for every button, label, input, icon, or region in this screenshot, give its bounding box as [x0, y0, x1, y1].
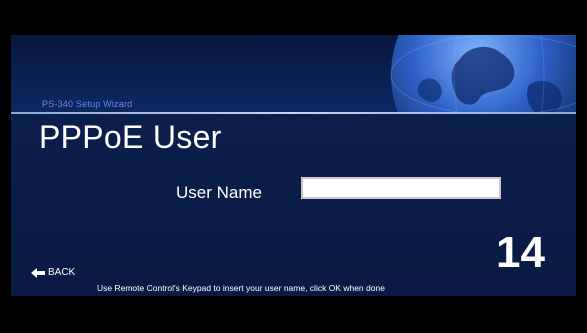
setup-wizard-screen: PS-340 Setup Wizard PPPoE User User Name…	[11, 35, 576, 296]
page-title: PPPoE User	[39, 119, 222, 155]
arrow-left-icon	[31, 267, 45, 278]
globe-icon	[390, 35, 576, 112]
instruction-hint: Use Remote Control's Keypad to insert yo…	[97, 283, 385, 293]
user-name-label: User Name	[176, 183, 262, 202]
step-number: 14	[496, 228, 545, 277]
wizard-label: PS-340 Setup Wizard	[42, 99, 133, 109]
user-name-input[interactable]	[301, 177, 501, 199]
back-button[interactable]: BACK	[31, 267, 75, 278]
tv-frame: PS-340 Setup Wizard PPPoE User User Name…	[0, 0, 587, 333]
back-label: BACK	[48, 267, 76, 278]
